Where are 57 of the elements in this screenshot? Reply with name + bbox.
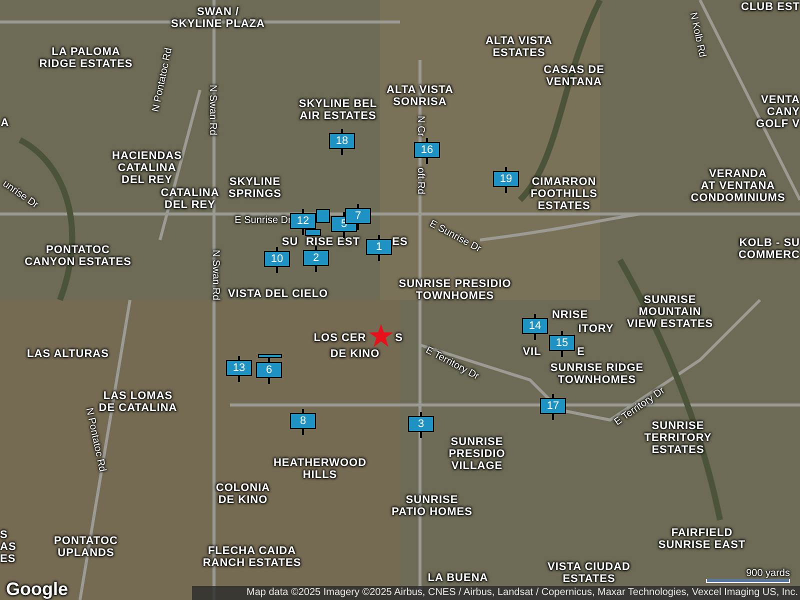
place-label: LA BUENA	[428, 572, 488, 584]
place-label: LAS ALTURAS	[27, 348, 109, 360]
place-label: SUNRISE PATIO HOMES	[392, 494, 472, 518]
scale-label: 900 yards	[746, 569, 790, 579]
road-label: N Swan Rd	[210, 250, 220, 300]
place-label: PONTATOC UPLANDS	[54, 535, 118, 559]
place-label: ES	[392, 236, 408, 248]
place-label: SUNRISE RIDGE TOWNHOMES	[550, 362, 644, 386]
place-label: VENTA CANY GOLF V	[756, 94, 800, 130]
place-label: LAS LOMAS DE CATALINA	[98, 390, 178, 414]
place-label: KOLB - SU COMMERC	[738, 237, 800, 261]
place-label: LA PALOMA RIDGE ESTATES	[39, 46, 133, 70]
google-logo: Google	[6, 580, 68, 598]
road-label: N Pontatoc Rd	[151, 47, 175, 113]
place-label: E	[577, 346, 585, 358]
attribution-text: Map data ©2025 Imagery ©2025 Airbus, CNES / Airbus, Landsat / Copernicus, Maxar Technologies, Vexcel Imaging US, Inc.	[246, 588, 798, 598]
place-label: CIMARRON FOOTHILLS ESTATES	[530, 176, 598, 212]
place-label: SU	[282, 236, 298, 248]
place-label: HACIENDAS CATALINA DEL REY	[112, 150, 182, 186]
place-label: S	[395, 332, 403, 344]
place-label: VISTA CIUDAD ESTATES	[548, 561, 630, 585]
place-label: VISTA DEL CIELO	[228, 288, 328, 300]
place-label: SUNRISE TERRITORY ESTATES	[644, 420, 712, 456]
place-label: SUNRISE PRESIDIO VILLAGE	[448, 436, 506, 472]
place-label: ALTA VISTA SONRISA	[386, 84, 454, 108]
place-label: ALTA VISTA ESTATES	[486, 35, 552, 59]
map-marker[interactable]	[258, 354, 282, 358]
road-label: N Swan Rd	[207, 84, 217, 136]
place-label: SKYLINE SPRINGS	[228, 176, 282, 200]
road-label: E Sunrise Dr	[234, 216, 292, 226]
place-label: S AS ES	[0, 529, 16, 565]
place-label: CLUB EST	[741, 1, 800, 13]
place-label: DE KINO	[330, 348, 380, 360]
star-icon	[369, 324, 393, 347]
place-label: CASAS DE VENTANA	[544, 64, 604, 88]
place-label: LOS CER	[314, 332, 366, 344]
place-label: PONTATOC CANYON ESTATES	[24, 244, 132, 268]
map-marker[interactable]	[316, 209, 330, 223]
place-label: FLECHA CAIDA RANCH ESTATES	[202, 545, 302, 569]
place-label: FAIRFIELD SUNRISE EAST	[658, 527, 746, 551]
place-label: RISE EST	[306, 236, 360, 248]
place-label: COLONIA DE KINO	[216, 482, 270, 506]
road-label: N Cr	[415, 116, 425, 136]
place-label: NRISE	[552, 309, 588, 321]
place-label: VERANDA AT VENTANA CONDOMINIUMS	[690, 168, 786, 204]
place-label: SUNRISE MOUNTAIN VIEW ESTATES	[626, 294, 714, 330]
place-label: CATALINA DEL REY	[160, 187, 220, 211]
map-marker[interactable]	[305, 229, 321, 236]
place-label: A	[0, 117, 10, 129]
place-label: ITORY	[578, 323, 614, 335]
road-label: oft Rd	[415, 168, 425, 194]
place-label: SWAN / SKYLINE PLAZA	[171, 6, 265, 30]
place-label: SUNRISE PRESIDIO TOWNHOMES	[398, 278, 512, 302]
place-label: VIL	[522, 346, 542, 358]
place-label: HEATHERWOOD HILLS	[273, 457, 367, 481]
place-label: SKYLINE BEL AIR ESTATES	[298, 98, 378, 122]
road-label: N Kolb Rd	[687, 12, 707, 58]
